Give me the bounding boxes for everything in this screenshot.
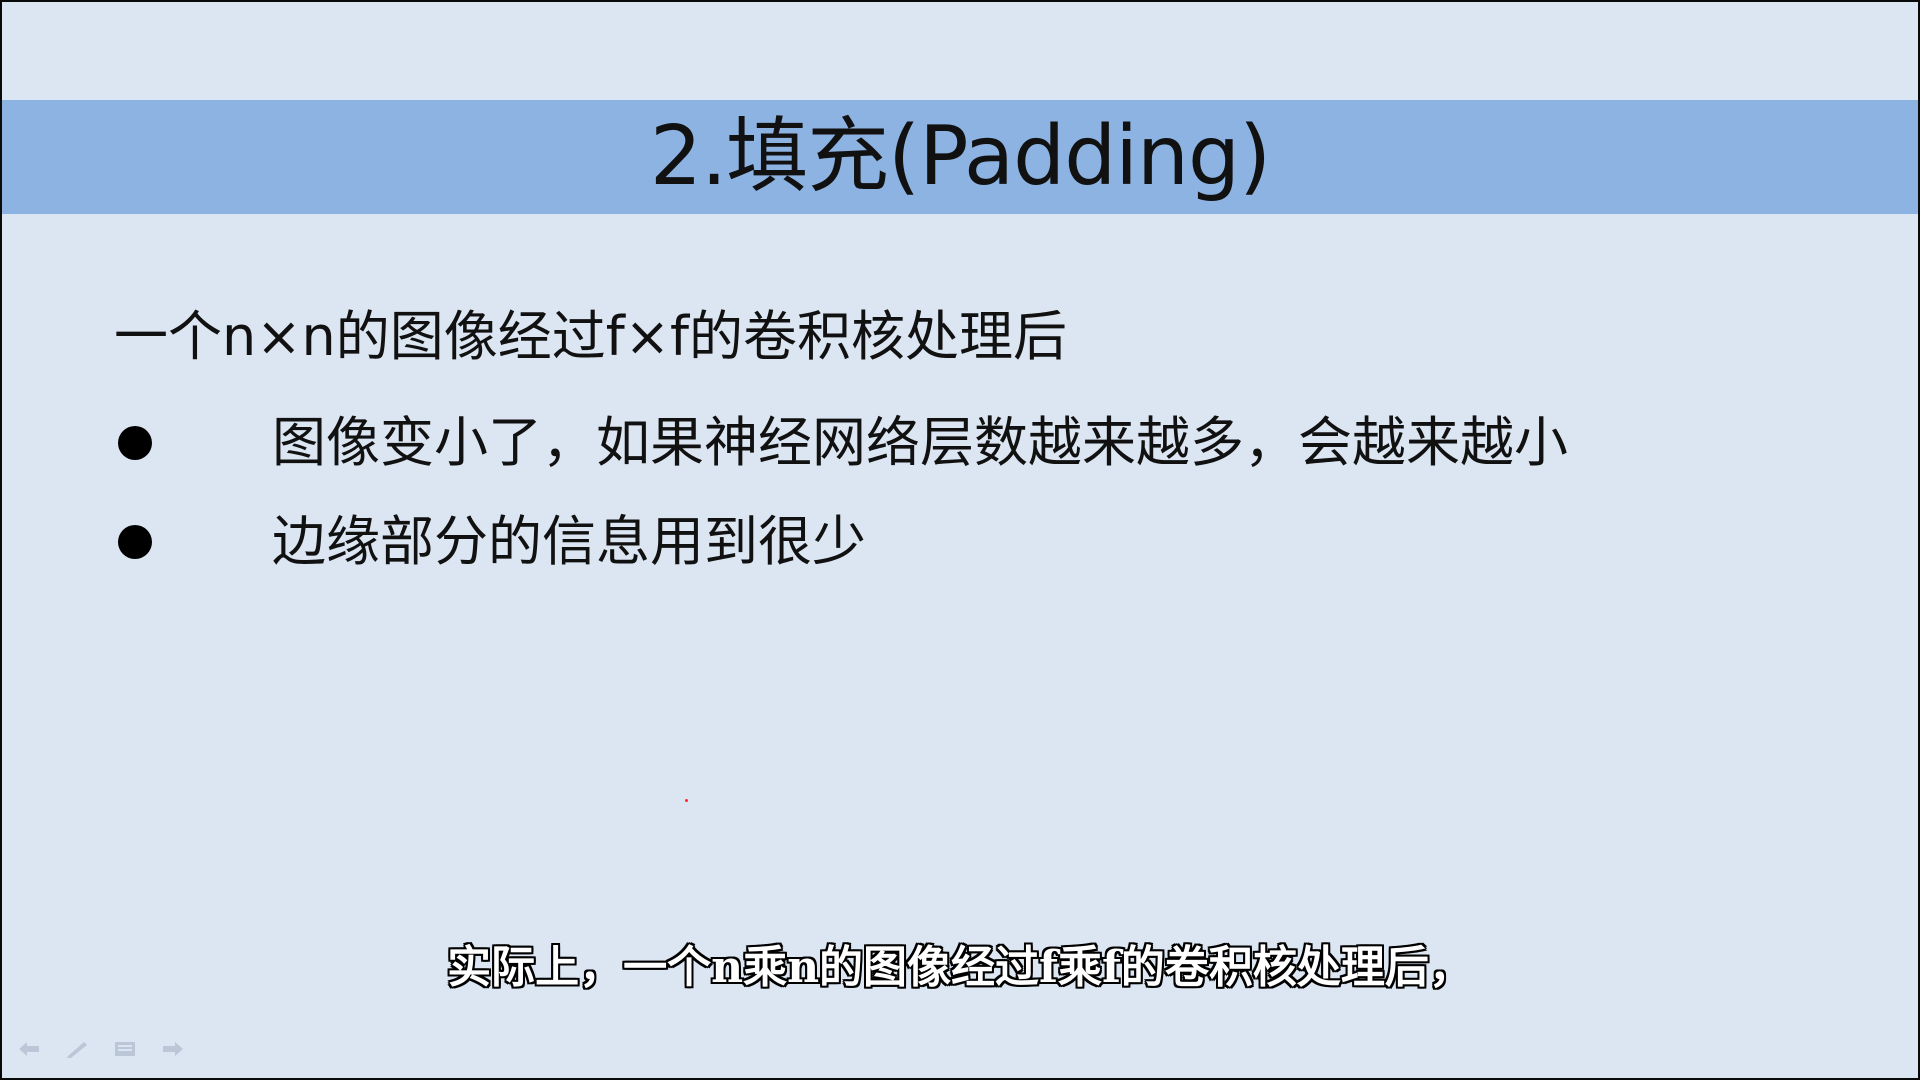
slide-menu-button[interactable] [112,1038,138,1060]
slide-title: 2.填充(Padding) [649,109,1271,204]
previous-arrow-icon [19,1042,39,1056]
pen-tool-button[interactable] [64,1038,90,1060]
pen-icon [67,1042,87,1058]
slide-frame: 2.填充(Padding) 一个n×n的图像经过f×f的卷积核处理后 图像变小了… [2,2,1918,1078]
bullet-text: 图像变小了，如果神经网络层数越来越多，会越来越小 [272,411,1568,474]
next-slide-button[interactable] [160,1038,186,1060]
menu-icon [115,1042,135,1056]
bullet-item: 边缘部分的信息用到很少 [118,515,866,569]
title-bar: 2.填充(Padding) [2,100,1918,214]
video-subtitle: 实际上，一个n乘n的图像经过f乘f的卷积核处理后， [447,942,1473,993]
bullet-dot-icon [118,525,152,559]
previous-slide-button[interactable] [16,1038,42,1060]
bullet-item: 图像变小了，如果神经网络层数越来越多，会越来越小 [118,416,1568,470]
intro-text: 一个n×n的图像经过f×f的卷积核处理后 [114,305,1067,368]
bullet-dot-icon [118,426,152,460]
slideshow-controls [16,1038,186,1060]
next-arrow-icon [163,1042,183,1056]
bullet-text: 边缘部分的信息用到很少 [272,510,866,573]
laser-pointer-icon [685,799,688,802]
